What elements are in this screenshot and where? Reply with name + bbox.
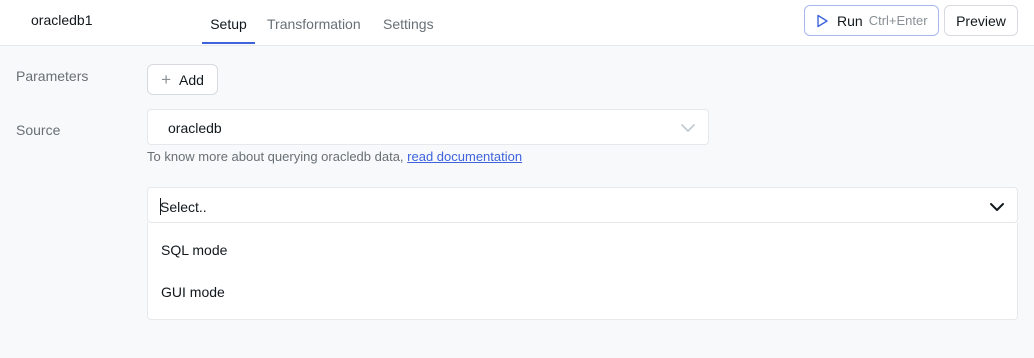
tab-settings[interactable]: Settings — [383, 16, 434, 44]
preview-button[interactable]: Preview — [944, 5, 1018, 36]
text-cursor — [160, 198, 161, 215]
source-label: Source — [16, 122, 61, 138]
run-label: Run — [837, 12, 863, 29]
mode-select[interactable]: Select.. — [147, 187, 1018, 223]
hint-text: To know more about querying oracledb dat… — [147, 149, 408, 164]
parameters-label: Parameters — [16, 68, 89, 84]
play-icon — [817, 14, 828, 27]
run-button[interactable]: Run Ctrl+Enter — [804, 5, 939, 36]
tab-setup[interactable]: Setup — [202, 16, 255, 44]
mode-select-input[interactable]: Select.. — [160, 199, 207, 215]
source-value: oracledb — [168, 120, 222, 136]
read-documentation-link[interactable]: read documentation — [407, 149, 522, 164]
chevron-down-icon — [990, 203, 1004, 211]
mode-dropdown-menu: SQL mode GUI mode — [147, 223, 1018, 320]
documentation-hint: To know more about querying oracledb dat… — [147, 149, 522, 164]
run-shortcut: Ctrl+Enter — [868, 13, 928, 28]
add-label: Add — [179, 71, 204, 88]
source-select[interactable]: oracledb — [147, 109, 709, 145]
query-name[interactable]: oracledb1 — [31, 12, 93, 28]
query-header: oracledb1 Setup Transformation Settings … — [0, 0, 1034, 46]
menu-item-sql-mode[interactable]: SQL mode — [148, 230, 1017, 270]
menu-item-gui-mode[interactable]: GUI mode — [148, 272, 1017, 312]
add-parameter-button[interactable]: + Add — [147, 64, 218, 95]
plus-icon: + — [161, 70, 171, 89]
chevron-down-icon — [681, 124, 695, 132]
tab-transformation[interactable]: Transformation — [267, 16, 361, 44]
